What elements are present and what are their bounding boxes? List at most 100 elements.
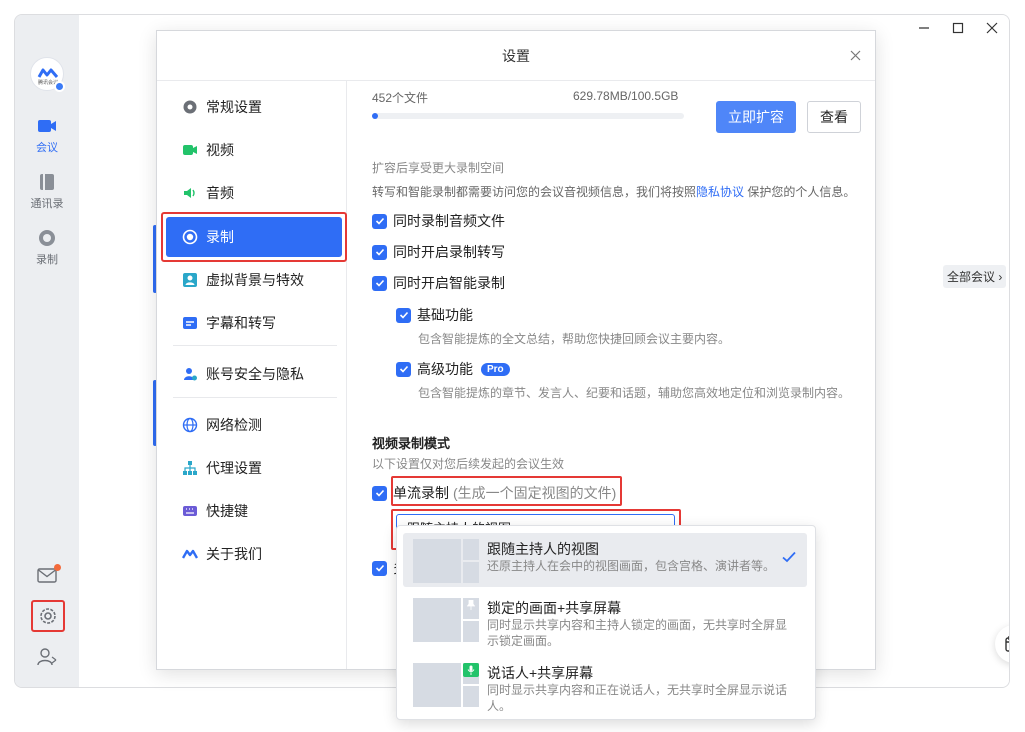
nav-divider xyxy=(173,345,337,346)
checkbox-label: 高级功能 xyxy=(417,361,473,377)
checkbox-label: 同时开启智能录制 xyxy=(393,275,505,291)
checkbox-basic-features[interactable]: 基础功能 xyxy=(396,305,473,325)
dialog-close-button[interactable] xyxy=(850,31,861,79)
checkbox-checked[interactable] xyxy=(372,244,387,260)
close-window-button[interactable] xyxy=(975,15,1009,41)
speaker-icon xyxy=(184,188,195,198)
calendar-add-icon xyxy=(1005,636,1009,652)
check-icon xyxy=(375,217,384,225)
portrait-icon xyxy=(183,273,197,287)
sidebar-item-contacts[interactable]: 通讯录 xyxy=(15,173,79,211)
nav-shortcuts[interactable]: 快捷键 xyxy=(166,491,342,531)
check-icon xyxy=(375,279,384,287)
video-camera-icon xyxy=(183,145,197,155)
gear-icon xyxy=(183,100,197,114)
dropdown-option-speaker-share[interactable]: 说话人+共享屏幕 同时显示共享内容和正在说话人，无共享时全屏显示说话人。 xyxy=(403,657,807,713)
dialog-title: 设置 xyxy=(502,48,530,64)
advanced-features-desc: 包含智能提炼的章节、发言人、纪要和话题，辅助您高效地定位和浏览录制内容。 xyxy=(418,386,851,400)
highlight-box xyxy=(161,212,347,262)
nav-network-check[interactable]: 网络检测 xyxy=(166,405,342,445)
nav-label: 音频 xyxy=(206,185,234,201)
option-desc: 同时显示共享内容和正在说话人，无共享时全屏显示说话人。 xyxy=(487,683,788,713)
check-icon xyxy=(399,311,408,319)
privacy-policy-link[interactable]: 隐私协议 xyxy=(696,185,744,199)
check-icon xyxy=(375,564,384,572)
sidebar-item-label: 通讯录 xyxy=(30,198,64,210)
checkbox-record-transcript[interactable]: 同时开启录制转写 xyxy=(372,242,505,262)
microphone-icon xyxy=(463,663,479,677)
option-desc: 还原主持人在会中的视图画面，包含宫格、演讲者等。 xyxy=(487,559,776,573)
minimize-button[interactable] xyxy=(907,15,941,41)
window-controls xyxy=(907,15,1009,41)
user-switch-button[interactable] xyxy=(37,647,57,670)
checkbox-checked[interactable] xyxy=(396,361,411,377)
privacy-notice: 转写和智能录制都需要访问您的会议音视频信息，我们将按照隐私协议 保护您的个人信息… xyxy=(372,183,855,200)
checkbox-smart-recording[interactable]: 同时开启智能录制 xyxy=(372,273,505,293)
video-mode-title: 视频录制模式 xyxy=(372,436,451,451)
pin-icon xyxy=(463,598,479,612)
check-icon xyxy=(399,365,408,373)
nav-virtual-background[interactable]: 虚拟背景与特效 xyxy=(166,260,342,300)
storage-progress-fill xyxy=(372,113,379,119)
network-tree-icon xyxy=(183,461,197,475)
nav-about[interactable]: 关于我们 xyxy=(166,534,342,574)
checkbox-advanced-features[interactable]: 高级功能 Pro xyxy=(396,359,510,379)
app-logo[interactable]: 腾讯会议 xyxy=(30,57,65,92)
privacy-prefix: 转写和智能录制都需要访问您的会议音视频信息，我们将按照 xyxy=(372,185,697,199)
tencent-meeting-logo-icon xyxy=(182,549,198,559)
option-label: 锁定的画面+共享屏幕 xyxy=(487,600,622,616)
nav-label: 常规设置 xyxy=(206,99,262,115)
expand-storage-button[interactable]: 立即扩容 xyxy=(716,101,796,133)
view-mode-dropdown: 跟随主持人的视图 还原主持人在会中的视图画面，包含宫格、演讲者等。 锁定的画面+… xyxy=(396,525,816,720)
nav-general[interactable]: 常规设置 xyxy=(166,87,342,127)
nav-proxy[interactable]: 代理设置 xyxy=(166,448,342,488)
checkbox-checked[interactable] xyxy=(372,560,387,576)
contacts-book-icon xyxy=(40,174,54,190)
dropdown-option-follow-host[interactable]: 跟随主持人的视图 还原主持人在会中的视图画面，包含宫格、演讲者等。 xyxy=(403,533,807,587)
checkbox-label: 同时录制音频文件 xyxy=(393,213,505,229)
gear-icon xyxy=(40,608,56,624)
nav-divider xyxy=(173,397,337,398)
user-shield-icon xyxy=(184,368,197,381)
checkbox-checked[interactable] xyxy=(396,307,411,323)
nav-video[interactable]: 视频 xyxy=(166,130,342,170)
all-meetings-link[interactable]: 全部会议 › xyxy=(943,265,1007,288)
checkbox-checked[interactable] xyxy=(372,213,387,229)
nav-label: 视频 xyxy=(206,142,234,158)
nav-label: 虚拟背景与特效 xyxy=(206,272,304,288)
keyboard-icon xyxy=(183,506,197,516)
nav-label: 账号安全与隐私 xyxy=(206,366,304,382)
nav-captions[interactable]: 字幕和转写 xyxy=(166,303,342,343)
user-icon xyxy=(37,648,57,666)
sidebar-item-meeting[interactable]: 会议 xyxy=(15,117,79,155)
nav-label: 关于我们 xyxy=(206,546,262,562)
settings-button[interactable] xyxy=(31,600,65,632)
basic-features-desc: 包含智能提炼的全文总结，帮助您快捷回顾会议主要内容。 xyxy=(418,332,731,346)
close-icon xyxy=(850,50,861,61)
checkbox-record-audio[interactable]: 同时录制音频文件 xyxy=(372,211,505,231)
storage-progress-bar xyxy=(372,113,684,119)
nav-account-security[interactable]: 账号安全与隐私 xyxy=(166,354,342,394)
left-rail: 腾讯会议 会议 通讯录 录制 xyxy=(15,15,79,687)
view-storage-button[interactable]: 查看 xyxy=(807,101,861,133)
layout-thumbnail xyxy=(413,598,479,642)
add-calendar-button[interactable] xyxy=(995,625,1009,663)
check-icon xyxy=(781,549,797,568)
nav-audio[interactable]: 音频 xyxy=(166,173,342,213)
mail-button[interactable] xyxy=(37,564,61,586)
minimize-icon xyxy=(919,27,929,29)
nav-label: 代理设置 xyxy=(206,460,262,476)
maximize-icon xyxy=(952,22,964,34)
dropdown-option-locked-share[interactable]: 锁定的画面+共享屏幕 同时显示共享内容和主持人锁定的画面，无共享时全屏显示锁定画… xyxy=(403,592,807,648)
checkbox-checked[interactable] xyxy=(372,275,387,291)
notification-dot xyxy=(54,564,61,571)
status-badge xyxy=(54,81,65,92)
close-icon xyxy=(986,22,998,34)
record-icon xyxy=(39,230,55,246)
sidebar-item-label: 录制 xyxy=(36,254,58,266)
layout-thumbnail xyxy=(413,539,479,583)
maximize-button[interactable] xyxy=(941,15,975,41)
checkbox-checked[interactable] xyxy=(372,485,387,501)
sidebar-item-record[interactable]: 录制 xyxy=(15,229,79,267)
nav-label: 字幕和转写 xyxy=(206,315,276,331)
